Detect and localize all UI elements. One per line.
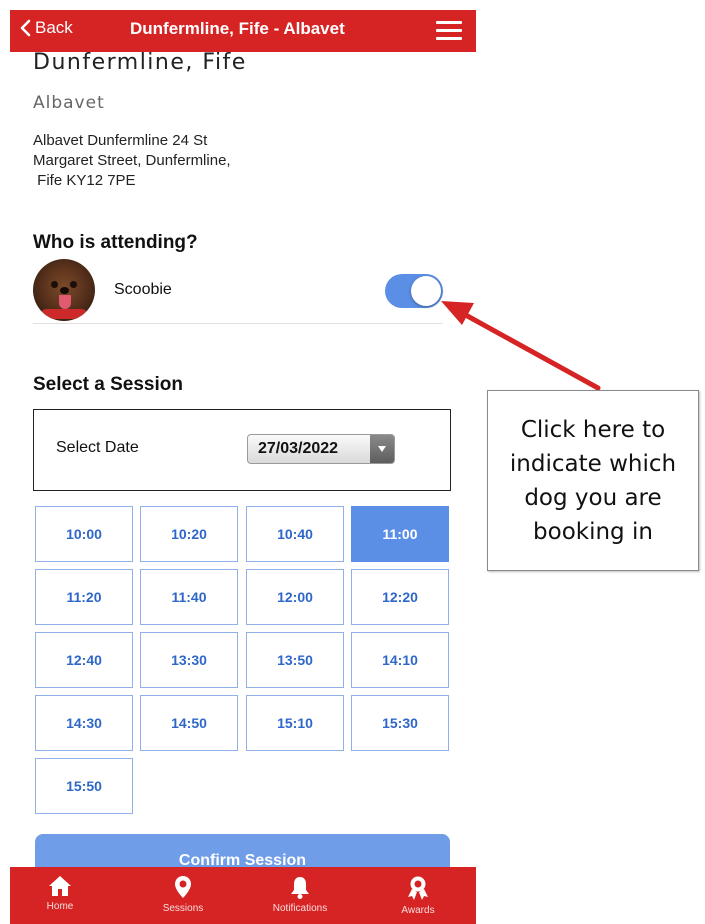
home-icon bbox=[49, 876, 71, 896]
time-slot-button[interactable]: 10:20 bbox=[140, 506, 238, 562]
nav-label: Awards bbox=[401, 905, 435, 916]
award-icon bbox=[408, 876, 428, 900]
address-line: Margaret Street, Dunfermline, bbox=[33, 152, 231, 169]
time-slot-button[interactable]: 10:40 bbox=[246, 506, 344, 562]
top-bar: Back Dunfermline, Fife - Albavet bbox=[10, 10, 476, 52]
time-slot-button[interactable]: 14:10 bbox=[351, 632, 449, 688]
dropdown-arrow-icon bbox=[370, 435, 394, 463]
nav-label: Home bbox=[46, 901, 74, 912]
nav-awards[interactable]: Awards bbox=[368, 867, 468, 924]
back-button[interactable]: Back bbox=[20, 18, 73, 38]
attending-heading: Who is attending? bbox=[33, 232, 198, 253]
session-heading: Select a Session bbox=[33, 374, 183, 395]
address-line: Fife KY12 7PE bbox=[33, 172, 136, 189]
pet-attending-toggle[interactable] bbox=[385, 274, 443, 308]
back-label: Back bbox=[35, 18, 73, 37]
bell-icon bbox=[291, 877, 309, 899]
time-slot-button[interactable]: 13:50 bbox=[246, 632, 344, 688]
nav-sessions[interactable]: Sessions bbox=[133, 867, 233, 924]
chevron-left-icon bbox=[20, 19, 31, 37]
pet-row: Scoobie bbox=[33, 259, 443, 324]
time-slot-button[interactable]: 15:10 bbox=[246, 695, 344, 751]
venue-location: Dunfermline, Fife bbox=[33, 50, 247, 75]
hamburger-menu-icon[interactable] bbox=[436, 21, 462, 41]
time-slot-button[interactable]: 11:00 bbox=[351, 506, 449, 562]
nav-label: Sessions bbox=[162, 903, 204, 914]
time-slot-button[interactable]: 12:40 bbox=[35, 632, 133, 688]
instruction-callout: Click here to indicate which dog you are… bbox=[487, 390, 699, 571]
callout-line: Click here to bbox=[520, 416, 666, 443]
nav-label: Notifications bbox=[272, 903, 328, 914]
callout-line: booking in bbox=[533, 518, 653, 545]
date-label: Select Date bbox=[56, 439, 139, 456]
date-picker-panel: Select Date 27/03/2022 bbox=[33, 409, 451, 491]
time-slot-button[interactable]: 14:30 bbox=[35, 695, 133, 751]
address-line: Albavet Dunfermline 24 St bbox=[33, 132, 208, 149]
time-slot-button[interactable]: 12:00 bbox=[246, 569, 344, 625]
pet-avatar bbox=[33, 259, 95, 321]
time-slot-button[interactable]: 10:00 bbox=[35, 506, 133, 562]
time-slot-button[interactable]: 11:20 bbox=[35, 569, 133, 625]
venue-practice: Albavet bbox=[33, 93, 105, 113]
date-value: 27/03/2022 bbox=[258, 440, 339, 457]
time-slot-button[interactable]: 15:30 bbox=[351, 695, 449, 751]
callout-line: indicate which bbox=[509, 450, 677, 477]
toggle-knob bbox=[411, 276, 441, 306]
callout-line: dog you are bbox=[524, 484, 662, 511]
map-pin-icon bbox=[175, 876, 191, 898]
time-slot-button[interactable]: 15:50 bbox=[35, 758, 133, 814]
venue-address: Albavet Dunfermline 24 St Margaret Stree… bbox=[33, 131, 293, 191]
time-slot-button[interactable]: 11:40 bbox=[140, 569, 238, 625]
time-slot-button[interactable]: 13:30 bbox=[140, 632, 238, 688]
bottom-nav: Home Sessions Notifications Awards bbox=[10, 867, 476, 924]
nav-home[interactable]: Home bbox=[10, 867, 110, 924]
page-title: Dunfermline, Fife - Albavet bbox=[130, 19, 345, 38]
time-slot-button[interactable]: 12:20 bbox=[351, 569, 449, 625]
date-select[interactable]: 27/03/2022 bbox=[247, 434, 395, 464]
time-slot-button[interactable]: 14:50 bbox=[140, 695, 238, 751]
nav-notifications[interactable]: Notifications bbox=[250, 867, 350, 924]
pet-name: Scoobie bbox=[114, 281, 172, 298]
